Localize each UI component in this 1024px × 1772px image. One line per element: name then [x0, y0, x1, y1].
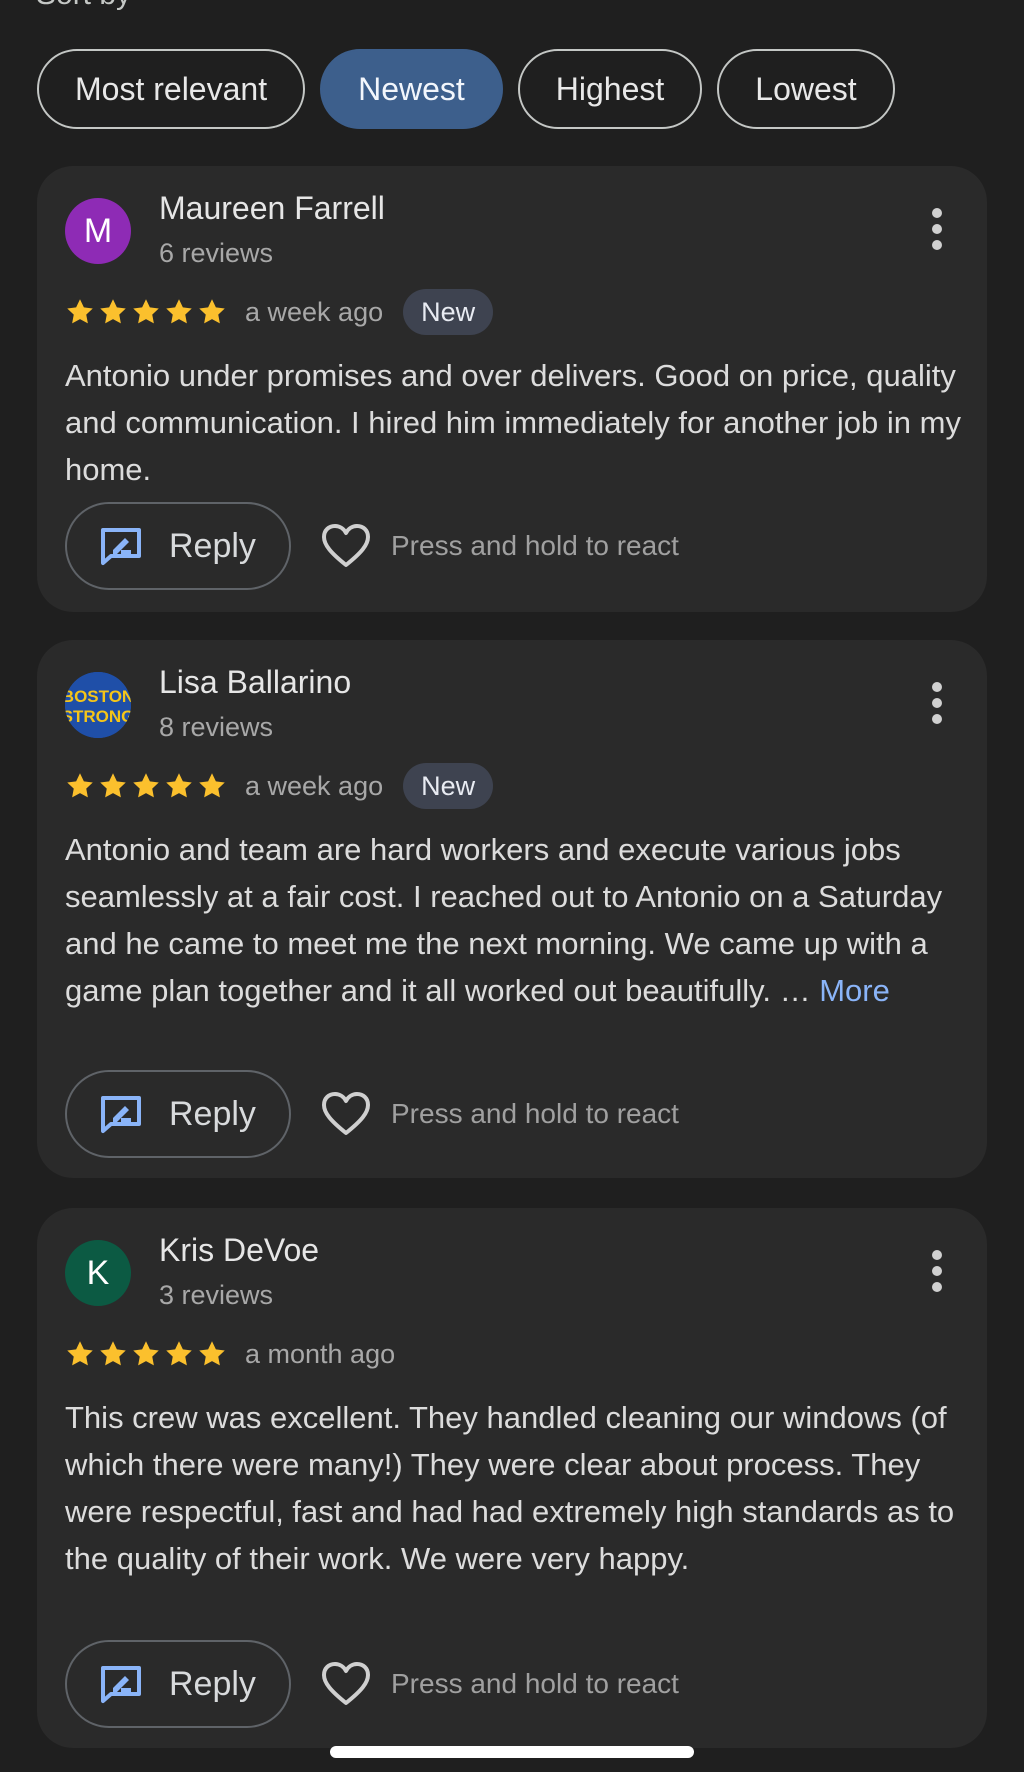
review-body: Antonio and team are hard workers and ex…	[65, 832, 943, 1008]
react-hint: Press and hold to react	[391, 1668, 679, 1699]
reply-label: Reply	[169, 1664, 256, 1703]
reply-label: Reply	[169, 526, 256, 565]
svg-text:STRONG: STRONG	[65, 707, 131, 726]
star-icon	[133, 1341, 159, 1366]
star-icon	[100, 299, 126, 324]
star-icon	[67, 1341, 93, 1366]
star-icon	[199, 1341, 225, 1366]
star-icon	[166, 299, 192, 324]
reviewer-name[interactable]: Kris DeVoe	[159, 1232, 319, 1269]
more-vert-icon[interactable]	[927, 206, 947, 252]
chip-highest[interactable]: Highest	[517, 49, 703, 129]
more-link[interactable]: More	[819, 973, 890, 1008]
review-body: This crew was excellent. They handled cl…	[65, 1400, 955, 1576]
reply-label: Reply	[169, 1094, 256, 1133]
star-icon	[100, 1341, 126, 1366]
star-icon	[199, 773, 225, 798]
avatar[interactable]: BOSTON STRONG	[65, 672, 131, 738]
star-rating	[65, 771, 227, 801]
star-rating	[65, 1339, 227, 1369]
review-card: M Maureen Farrell 6 reviews a week ago N…	[37, 166, 987, 612]
reviewer-name[interactable]: Maureen Farrell	[159, 190, 385, 227]
new-badge: New	[403, 289, 494, 335]
boston-strong-logo: BOSTON STRONG	[65, 672, 131, 738]
star-icon	[166, 773, 192, 798]
star-icon	[67, 773, 93, 798]
home-indicator[interactable]	[330, 1746, 694, 1758]
review-date: a month ago	[245, 1338, 396, 1369]
reviewer-name[interactable]: Lisa Ballarino	[159, 664, 351, 701]
react-hint: Press and hold to react	[391, 530, 679, 561]
chip-most-relevant[interactable]: Most relevant	[37, 49, 306, 129]
reply-button[interactable]: Reply	[65, 1640, 291, 1728]
review-actions: Reply Press and hold to react	[65, 502, 679, 590]
star-icon	[133, 299, 159, 324]
review-text: Antonio and team are hard workers and ex…	[65, 826, 965, 1014]
review-actions: Reply Press and hold to react	[65, 1640, 679, 1728]
review-text: This crew was excellent. They handled cl…	[65, 1394, 965, 1582]
new-badge: New	[403, 763, 494, 809]
reply-icon	[101, 1096, 141, 1133]
rating-row: a week ago New	[65, 286, 494, 338]
review-date: a week ago	[245, 296, 384, 327]
review-text: Antonio under promises and over delivers…	[65, 352, 965, 493]
more-vert-icon[interactable]	[927, 680, 947, 726]
heart-icon[interactable]	[321, 1661, 371, 1707]
more-vert-icon[interactable]	[927, 1248, 947, 1294]
review-card: BOSTON STRONG Lisa Ballarino 8 reviews a…	[37, 640, 987, 1178]
reply-icon	[101, 1666, 141, 1703]
reviewer-review-count: 3 reviews	[159, 1280, 274, 1310]
star-rating	[65, 297, 227, 327]
rating-row: a week ago New	[65, 760, 494, 812]
reviewer-review-count: 6 reviews	[159, 238, 274, 268]
star-icon	[199, 299, 225, 324]
reply-icon	[101, 528, 141, 565]
review-card: K Kris DeVoe 3 reviews a month ago This …	[37, 1208, 987, 1748]
reviewer-review-count: 8 reviews	[159, 712, 274, 742]
heart-icon[interactable]	[321, 523, 371, 569]
avatar-letter: K	[86, 1253, 110, 1292]
reply-button[interactable]: Reply	[65, 1070, 291, 1158]
chip-newest[interactable]: Newest	[320, 49, 503, 129]
star-icon	[133, 773, 159, 798]
svg-text:BOSTON: BOSTON	[65, 687, 131, 706]
sort-chips: Most relevant Newest Highest Lowest	[37, 49, 895, 133]
avatar-letter: M	[83, 211, 113, 250]
review-actions: Reply Press and hold to react	[65, 1070, 679, 1158]
star-icon	[67, 299, 93, 324]
sort-by-label: Sort by	[36, 0, 131, 12]
review-body: Antonio under promises and over delivers…	[65, 358, 961, 487]
chip-lowest[interactable]: Lowest	[717, 49, 895, 129]
star-icon	[166, 1341, 192, 1366]
rating-row: a month ago	[65, 1328, 395, 1380]
avatar[interactable]: M	[65, 198, 131, 264]
heart-icon[interactable]	[321, 1091, 371, 1137]
react-hint: Press and hold to react	[391, 1098, 679, 1129]
reply-button[interactable]: Reply	[65, 502, 291, 590]
avatar[interactable]: K	[65, 1240, 131, 1306]
review-date: a week ago	[245, 770, 384, 801]
star-icon	[100, 773, 126, 798]
